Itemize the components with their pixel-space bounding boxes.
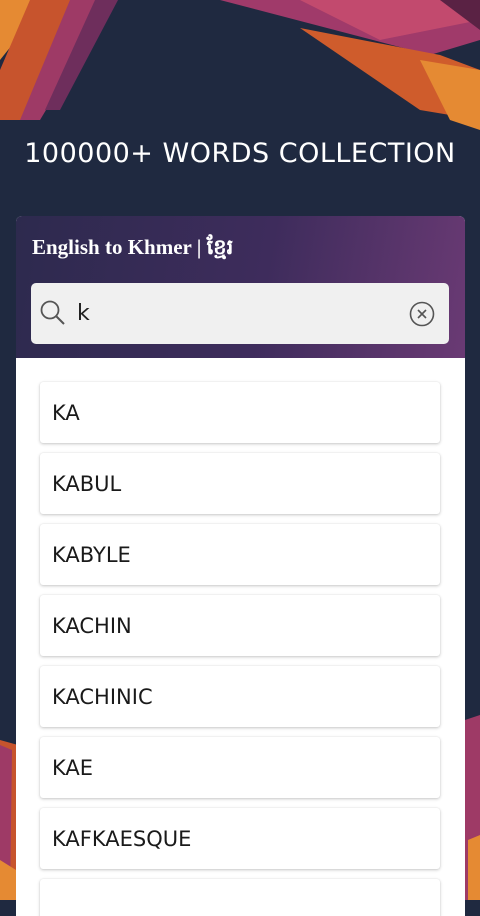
word-list: KA KABUL KABYLE KACHIN KACHINIC KAE KAFK… (40, 382, 440, 916)
list-item[interactable]: KABYLE (40, 524, 440, 585)
clear-circle-x-icon[interactable] (408, 300, 436, 328)
page-headline: 100000+ WORDS COLLECTION (24, 138, 456, 169)
list-item[interactable]: KA (40, 382, 440, 443)
list-item[interactable] (40, 879, 440, 916)
search-input[interactable] (77, 297, 387, 329)
dictionary-card: English to Khmer | ខ្មែរ KA KABUL KABYLE… (16, 216, 465, 916)
list-item[interactable]: KABUL (40, 453, 440, 514)
dictionary-title: English to Khmer | ខ្មែរ (32, 235, 234, 259)
search-icon (40, 300, 65, 325)
search-box[interactable] (31, 283, 449, 344)
card-header: English to Khmer | ខ្មែរ (16, 216, 465, 358)
list-item[interactable]: KACHINIC (40, 666, 440, 727)
list-item[interactable]: KAE (40, 737, 440, 798)
list-item[interactable]: KAFKAESQUE (40, 808, 440, 869)
list-item[interactable]: KACHIN (40, 595, 440, 656)
